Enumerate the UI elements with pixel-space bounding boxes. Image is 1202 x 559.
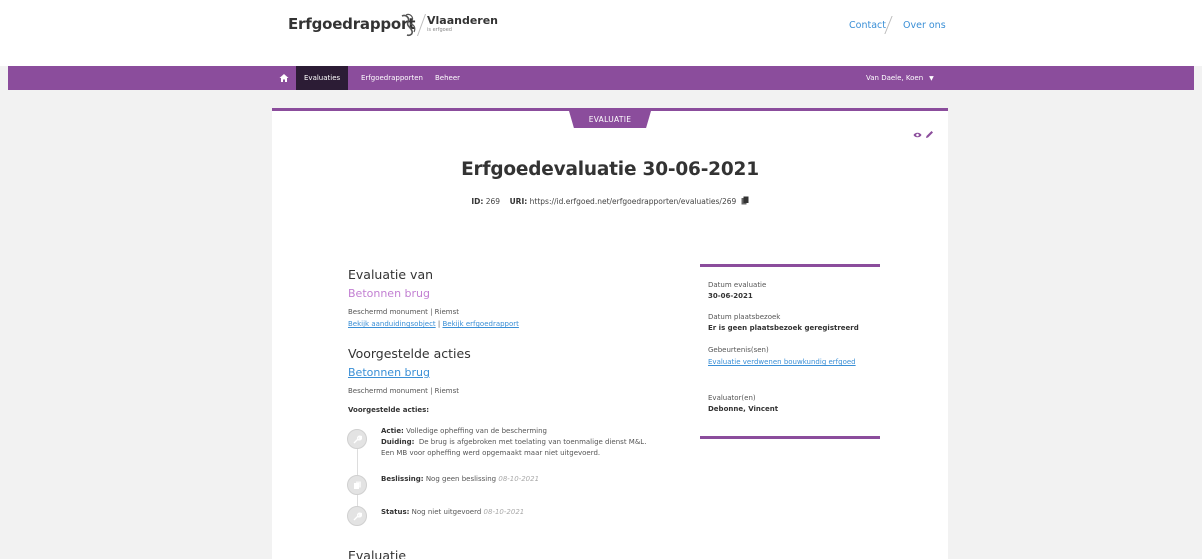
- main-navigation: Evaluaties Erfgoedrapporten Beheer Van D…: [8, 66, 1194, 90]
- status-line: Status: Nog niet uitgevoerd 08-10-2021: [381, 507, 524, 518]
- evaluation-details-panel: Datum evaluatie 30-06-2021 Datum plaatsb…: [700, 264, 880, 439]
- duiding-text-2: Een MB voor opheffing werd opgemaakt maa…: [381, 449, 601, 457]
- status-date: 08-10-2021: [483, 508, 525, 516]
- status-value: Nog niet uitgevoerd: [411, 508, 482, 516]
- actie-line: Actie: Volledige opheffing van de besche…: [381, 426, 547, 437]
- beslissing-label: Beslissing:: [381, 475, 424, 483]
- datum-evaluatie-label: Datum evaluatie: [708, 281, 767, 289]
- uri-value: https://id.erfgoed.net/erfgoedrapporten/…: [529, 197, 737, 206]
- evaluatoren-value: Debonne, Vincent: [708, 405, 779, 413]
- timeline-step-status: [347, 506, 367, 526]
- nav-item-beheer[interactable]: Beheer: [427, 66, 468, 90]
- proposed-object-meta: Beschermd monument | Riemst: [348, 387, 460, 395]
- chevron-down-icon: ▼: [929, 75, 934, 82]
- section-heading-voorgestelde-acties: Voorgestelde acties: [348, 346, 471, 361]
- logo-title: Vlaanderen: [427, 14, 499, 27]
- vlaanderen-logo[interactable]: Vlaanderen is erfgoed: [427, 14, 498, 34]
- nav-item-erfgoedrapporten[interactable]: Erfgoedrapporten: [353, 66, 431, 90]
- record-meta: ID: 269 URI: https://id.erfgoed.net/erfg…: [272, 196, 948, 206]
- id-value: 269: [485, 197, 501, 206]
- actie-value: Volledige opheffing van de bescherming: [406, 427, 547, 435]
- duiding-text-1: De brug is afgebroken met toelating van …: [418, 438, 647, 446]
- logo-subtitle: is erfgoed: [427, 27, 452, 33]
- wrench-icon: [353, 435, 362, 444]
- id-label: ID:: [471, 197, 484, 206]
- section-heading-evaluatie-van: Evaluatie van: [348, 267, 434, 282]
- beslissing-line: Beslissing: Nog geen beslissing 08-10-20…: [381, 474, 539, 485]
- view-aanduidingsobject-link[interactable]: Bekijk aanduidingsobject: [348, 320, 436, 328]
- document-icon: [354, 481, 361, 489]
- eye-icon[interactable]: [913, 131, 922, 139]
- view-erfgoedrapport-link[interactable]: Bekijk erfgoedrapport: [442, 320, 518, 328]
- evaluatoren-label: Evaluator(en): [708, 394, 756, 402]
- user-menu[interactable]: Van Daele, Koen ▼: [866, 66, 934, 90]
- beslissing-value: Nog geen beslissing: [425, 475, 497, 483]
- evaluated-object-links: Bekijk aanduidingsobject | Bekijk erfgoe…: [348, 320, 519, 328]
- datum-plaatsbezoek-value: Er is geen plaatsbezoek geregistreerd: [708, 324, 859, 332]
- nav-item-evaluaties[interactable]: Evaluaties: [296, 66, 349, 90]
- brand-name[interactable]: Erfgoedrapport: [288, 15, 415, 33]
- gebeurtenissen-label: Gebeurtenis(sen): [708, 346, 769, 354]
- section-heading-evaluatie: Evaluatie: [348, 548, 407, 559]
- timeline-step-beslissing: [347, 475, 367, 495]
- evaluation-card: EVALUATIE Erfgoedevaluatie 30-06-2021 ID…: [272, 108, 948, 559]
- contact-link[interactable]: Contact: [849, 20, 886, 31]
- actie-label: Actie:: [381, 427, 404, 435]
- timeline-step-actie: [347, 429, 367, 449]
- datum-plaatsbezoek-label: Datum plaatsbezoek: [708, 313, 781, 321]
- home-icon[interactable]: [278, 72, 290, 84]
- proposed-actions-subheading: Voorgestelde acties:: [348, 406, 430, 414]
- wrench-icon: [353, 512, 362, 521]
- datum-evaluatie-value: 30-06-2021: [708, 292, 753, 300]
- duiding-line: Duiding: De brug is afgebroken met toela…: [381, 437, 646, 448]
- evaluated-object-name: Betonnen brug: [348, 287, 430, 300]
- beslissing-date: 08-10-2021: [498, 475, 540, 483]
- uri-label: URI:: [509, 197, 528, 206]
- page-title: Erfgoedevaluatie 30-06-2021: [461, 159, 759, 180]
- user-name: Van Daele, Koen: [866, 74, 924, 82]
- pencil-icon[interactable]: [925, 130, 934, 139]
- type-badge: EVALUATIE: [569, 111, 651, 128]
- site-header: Erfgoedrapport Vlaanderen is erfgoed Con…: [0, 0, 1202, 66]
- gebeurtenis-link[interactable]: Evaluatie verdwenen bouwkundig erfgoed: [708, 357, 858, 368]
- duiding-label: Duiding:: [381, 438, 415, 446]
- copy-icon[interactable]: [741, 196, 749, 205]
- evaluated-object-meta: Beschermd monument | Riemst: [348, 308, 460, 316]
- about-link[interactable]: Over ons: [903, 20, 946, 31]
- status-label: Status:: [381, 508, 410, 516]
- proposed-object-link[interactable]: Betonnen brug: [348, 366, 430, 379]
